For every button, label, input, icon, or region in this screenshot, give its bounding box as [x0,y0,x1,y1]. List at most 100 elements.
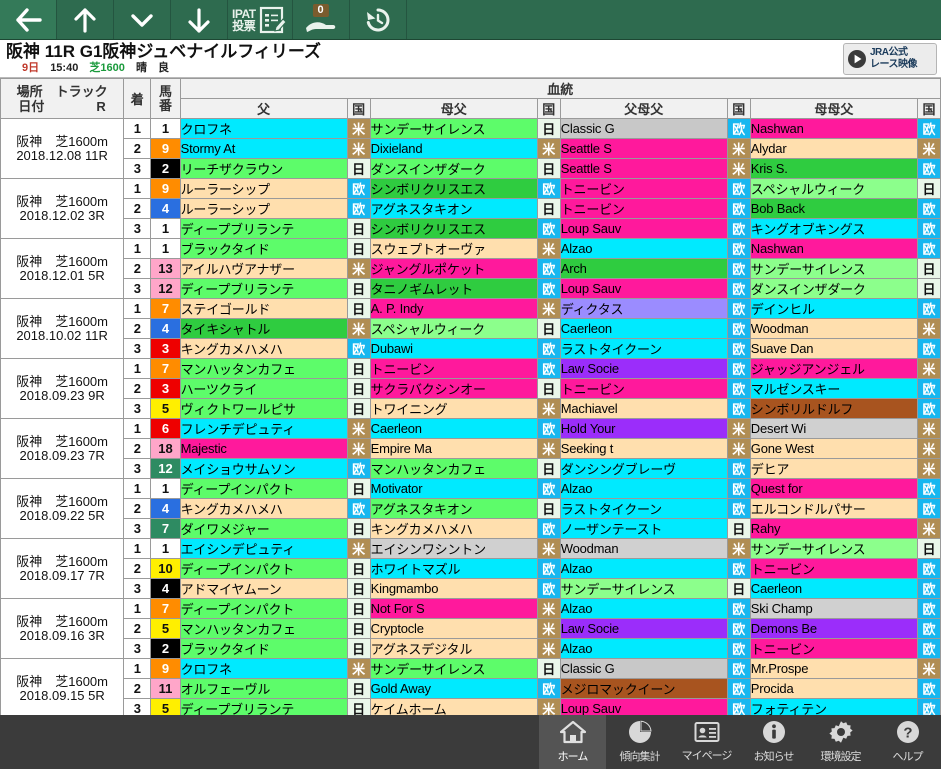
sire-cell[interactable]: マンハッタンカフェ [179,358,348,379]
broodmare-sire-cell[interactable]: タニノギムレット [369,278,538,299]
sire-damsire-cell[interactable]: Machiavel [559,398,728,419]
table-row[interactable]: 2 3 ハーツクライ日サクラバクシンオー日トニービン欧マルゼンスキー欧 [1,378,941,399]
sire-damsire-cell[interactable]: Alzao [559,238,728,259]
sire-cell[interactable]: ヴィクトワールピサ [179,398,348,419]
broodmare-sire-cell[interactable]: シンボリクリスエス [369,218,538,239]
race-location-cell[interactable]: 阪神 芝1600m 2018.09.15 5R [0,658,125,719]
table-row[interactable]: 阪神 芝1600m 2018.10.02 11R 1 7 ステイゴールド日 A. P. I… [0,298,941,359]
race-location-cell[interactable]: 阪神 芝1600m 2018.09.22 5R [0,478,125,539]
table-row[interactable]: 3 1 ディープブリランテ日シンボリクリスエス欧 Loup Sauv 欧キングオブキング… [1,218,941,239]
race-location-cell[interactable]: 阪神 芝1600m 2018.09.23 7R [0,418,125,479]
dam-damsire-cell[interactable]: Woodman [749,318,918,339]
bottom-nav-item-2[interactable]: 傾向集計 [606,715,673,769]
header-horse-number[interactable]: 馬 番 [150,78,181,119]
table-row[interactable]: 3 3 キングカメハメハ欧 Dubawi 欧ラストタイクーン欧 Suave Dan 欧 [1,338,941,359]
sire-cell[interactable]: リーチザクラウン [179,158,348,179]
broodmare-sire-cell[interactable]: ジャングルポケット [369,258,538,279]
table-row[interactable]: 2 18 Majestic 米 Empire Ma 米 Seeking t 米 Gone Wes… [1,438,941,459]
table-row[interactable]: 3 5 ヴィクトワールピサ日トワイニング米 Machiavel 欧シンボリルドルフ欧 [1,398,941,419]
sire-cell[interactable]: キングカメハメハ [179,338,348,359]
sire-cell[interactable]: キングカメハメハ [179,498,348,519]
race-location-cell[interactable]: 阪神 芝1600m 2018.10.02 11R [0,298,125,359]
sire-damsire-cell[interactable]: Loup Sauv [559,218,728,239]
dam-damsire-cell[interactable]: シンボリルドルフ [749,398,918,419]
race-location-cell[interactable]: 阪神 芝1600m 2018.09.16 3R [0,598,125,659]
dam-damsire-cell[interactable]: Gone West [749,438,918,459]
table-row[interactable]: 2 11 オルフェーヴル日 Gold Away 欧メジロマックイーン欧 Procida 欧 [1,678,941,699]
dam-damsire-cell[interactable]: トニービン [749,558,918,579]
broodmare-sire-cell[interactable]: アグネスタキオン [369,498,538,519]
broodmare-sire-cell[interactable]: エイシンワシントン [369,538,538,559]
bet-amount-button[interactable]: 0 [293,0,350,39]
broodmare-sire-cell[interactable]: Not For S [369,598,538,619]
header-sire[interactable]: 父 [179,98,348,119]
sire-cell[interactable]: Stormy At [179,138,348,159]
sire-cell[interactable]: ルーラーシップ [179,198,348,219]
sire-damsire-cell[interactable]: Alzao [559,638,728,659]
table-row[interactable]: 3 7 ダイワメジャー日キングカメハメハ欧ノーザンテースト日 Rahy 米 [1,518,941,539]
sire-damsire-cell[interactable]: Caerleon [559,318,728,339]
dam-damsire-cell[interactable]: Demons Be [749,618,918,639]
dam-damsire-cell[interactable]: マルゼンスキー [749,378,918,399]
dam-damsire-cell[interactable]: スペシャルウィーク [749,178,918,199]
race-location-cell[interactable]: 阪神 芝1600m 2018.12.08 11R [0,118,125,179]
sire-damsire-cell[interactable]: ダンシングブレーヴ [559,458,728,479]
dam-damsire-cell[interactable]: サンデーサイレンス [749,258,918,279]
table-row[interactable]: 阪神 芝1600m 2018.09.15 5R 1 9 クロフネ米サンデーサイレンス日 C… [0,658,941,719]
broodmare-sire-cell[interactable]: アグネスデジタル [369,638,538,659]
dam-damsire-cell[interactable]: Nashwan [749,118,918,139]
dam-damsire-cell[interactable]: Nashwan [749,238,918,259]
dam-damsire-cell[interactable]: Procida [749,678,918,699]
sire-damsire-cell[interactable]: トニービン [559,198,728,219]
sire-cell[interactable]: ディープインパクト [179,478,348,499]
broodmare-sire-cell[interactable]: Cryptocle [369,618,538,639]
bottom-nav-item-3[interactable]: マイページ [673,715,740,769]
broodmare-sire-cell[interactable]: Dubawi [369,338,538,359]
dam-damsire-cell[interactable]: Rahy [749,518,918,539]
dam-damsire-cell[interactable]: Quest for [749,478,918,499]
sire-cell[interactable]: クロフネ [179,658,348,679]
sire-damsire-cell[interactable]: Alzao [559,558,728,579]
sire-damsire-cell[interactable]: Arch [559,258,728,279]
table-row[interactable]: 阪神 芝1600m 2018.09.16 3R 1 7 ディープインパクト日 Not Fo… [0,598,941,659]
dam-damsire-cell[interactable]: Ski Champ [749,598,918,619]
header-rank[interactable]: 着 [123,78,152,119]
table-row[interactable]: 2 9 Stormy At 米 Dixieland 米 Seattle S 米 Alydar 米 [1,138,941,159]
sire-cell[interactable]: Majestic [179,438,348,459]
expand-button[interactable] [114,0,171,39]
dam-damsire-cell[interactable]: Suave Dan [749,338,918,359]
table-row[interactable]: 2 4 キングカメハメハ欧アグネスタキオン日ラストタイクーン欧エルコンドルパサー欧 [1,498,941,519]
sire-cell[interactable]: クロフネ [179,118,348,139]
sire-damsire-cell[interactable]: Alzao [559,478,728,499]
broodmare-sire-cell[interactable]: Kingmambo [369,578,538,599]
broodmare-sire-cell[interactable]: キングカメハメハ [369,518,538,539]
broodmare-sire-cell[interactable]: Motivator [369,478,538,499]
broodmare-sire-cell[interactable]: Gold Away [369,678,538,699]
sire-cell[interactable]: アイルハヴアナザー [179,258,348,279]
table-row[interactable]: 阪神 芝1600m 2018.12.01 5R 1 1 ブラックタイド日スウェプトオーヴ… [0,238,941,299]
sire-cell[interactable]: フレンチデピュティ [179,418,348,439]
sire-cell[interactable]: マンハッタンカフェ [179,618,348,639]
header-country-4[interactable]: 国 [916,98,941,119]
header-location[interactable]: 場所 トラック 日付 R [0,78,125,119]
table-row[interactable]: 2 5 マンハッタンカフェ日 Cryptocle 米 Law Socie 欧 Demons B… [1,618,941,639]
sire-damsire-cell[interactable]: トニービン [559,378,728,399]
dam-damsire-cell[interactable]: エルコンドルパサー [749,498,918,519]
race-location-cell[interactable]: 阪神 芝1600m 2018.09.17 7R [0,538,125,599]
sire-cell[interactable]: アドマイヤムーン [179,578,348,599]
bottom-nav-item-1[interactable]: ホーム [539,715,606,769]
broodmare-sire-cell[interactable]: サンデーサイレンス [369,118,538,139]
sire-cell[interactable]: ステイゴールド [179,298,348,319]
dam-damsire-cell[interactable]: Desert Wi [749,418,918,439]
race-location-cell[interactable]: 阪神 芝1600m 2018.12.01 5R [0,238,125,299]
ipat-vote-button[interactable]: IPAT 投票 [228,0,293,39]
sire-damsire-cell[interactable]: トニービン [559,178,728,199]
table-row[interactable]: 2 10 ディープインパクト日ホワイトマズル欧 Alzao 欧トニービン欧 [1,558,941,579]
dam-damsire-cell[interactable]: ダンスインザダーク [749,278,918,299]
scroll-down-button[interactable] [171,0,228,39]
header-dam-damsire[interactable]: 母母父 [749,98,918,119]
broodmare-sire-cell[interactable]: サクラバクシンオー [369,378,538,399]
sire-cell[interactable]: ディープインパクト [179,558,348,579]
sire-cell[interactable]: オルフェーヴル [179,678,348,699]
sire-cell[interactable]: ディープブリランテ [179,218,348,239]
